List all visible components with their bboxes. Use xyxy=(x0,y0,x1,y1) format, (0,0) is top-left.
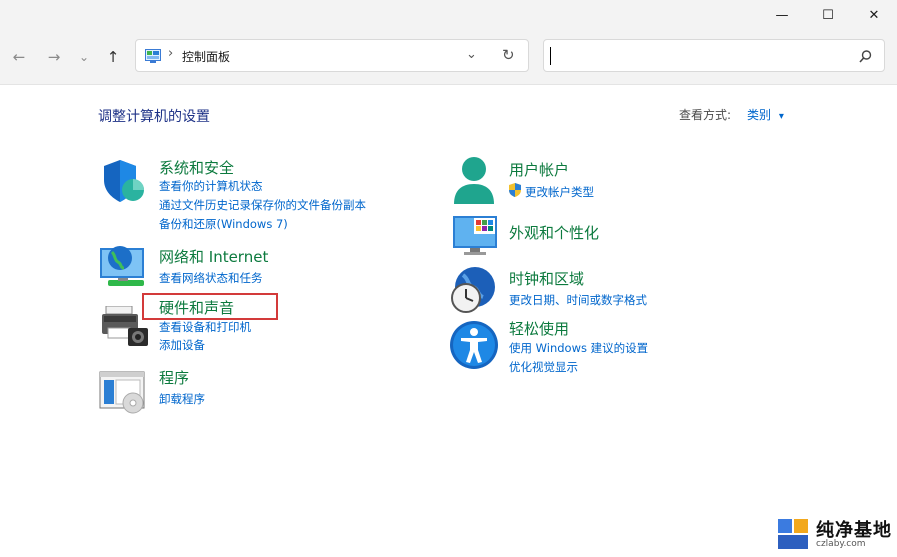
view-by-value: 类别 xyxy=(747,108,772,122)
refresh-icon[interactable]: ↻ xyxy=(502,46,515,64)
clock-globe-icon xyxy=(451,267,495,313)
uac-shield-icon xyxy=(509,183,521,197)
category-clock-region[interactable]: 时钟和区域 xyxy=(509,268,584,289)
up-arrow-icon: ↑ xyxy=(106,48,120,66)
recent-locations-button[interactable]: ⌄ xyxy=(76,44,92,70)
navigation-bar: ← → ⌄ ↑ › 控制面板 ⌄ ↻ xyxy=(0,30,897,85)
chevron-down-icon: ⌄ xyxy=(78,50,90,64)
search-input[interactable] xyxy=(543,39,885,72)
up-button[interactable]: ↑ xyxy=(102,44,124,70)
category-network-internet[interactable]: 网络和 Internet xyxy=(159,246,268,267)
link-add-device[interactable]: 添加设备 xyxy=(159,337,205,353)
page-title: 调整计算机的设置 xyxy=(98,109,210,125)
link-change-date-time-format[interactable]: 更改日期、时间或数字格式 xyxy=(509,292,647,308)
link-devices-printers[interactable]: 查看设备和打印机 xyxy=(159,319,251,335)
dropdown-arrow-icon: ▾ xyxy=(778,111,784,122)
forward-button[interactable]: → xyxy=(43,44,65,70)
user-account-icon xyxy=(454,157,494,204)
back-arrow-icon: ← xyxy=(12,48,26,66)
link-change-account-type[interactable]: 更改帐户类型 xyxy=(525,184,594,200)
minimize-icon: — xyxy=(775,7,789,23)
view-by-dropdown[interactable]: 类别 ▾ xyxy=(747,106,784,123)
category-ease-of-access[interactable]: 轻松使用 xyxy=(509,318,569,339)
watermark-logo-icon xyxy=(778,519,808,549)
link-network-status[interactable]: 查看网络状态和任务 xyxy=(159,270,263,286)
maximize-icon: ☐ xyxy=(822,7,834,23)
link-optimize-visual-display[interactable]: 优化视觉显示 xyxy=(509,359,578,375)
search-icon[interactable] xyxy=(859,50,872,63)
shield-icon xyxy=(104,160,144,202)
close-icon: ✕ xyxy=(868,7,880,23)
link-windows-recommended-settings[interactable]: 使用 Windows 建议的设置 xyxy=(509,340,648,356)
breadcrumb[interactable]: 控制面板 xyxy=(182,48,230,65)
control-panel-icon xyxy=(145,49,161,63)
watermark-subtext: czlaby.com xyxy=(816,539,866,549)
address-dropdown-icon[interactable]: ⌄ xyxy=(466,47,477,62)
highlight-box xyxy=(142,293,278,320)
link-uninstall-program[interactable]: 卸载程序 xyxy=(159,391,205,407)
programs-icon xyxy=(99,371,145,414)
personalization-monitor-icon xyxy=(453,216,497,255)
link-view-computer-status[interactable]: 查看你的计算机状态 xyxy=(159,178,263,194)
minimize-button[interactable]: — xyxy=(759,0,805,30)
close-button[interactable]: ✕ xyxy=(851,0,897,30)
forward-arrow-icon: → xyxy=(47,48,61,66)
link-backup-restore[interactable]: 备份和还原(Windows 7) xyxy=(159,216,288,232)
address-bar[interactable]: › 控制面板 ⌄ ↻ xyxy=(135,39,529,72)
view-by-label: 查看方式: xyxy=(679,108,732,122)
accessibility-icon xyxy=(450,321,498,369)
network-globe-icon xyxy=(100,246,144,286)
text-cursor xyxy=(550,47,551,65)
category-appearance-personalization[interactable]: 外观和个性化 xyxy=(509,222,599,243)
title-bar: — ☐ ✕ xyxy=(0,0,897,30)
category-user-accounts[interactable]: 用户帐户 xyxy=(509,159,569,180)
link-file-history[interactable]: 通过文件历史记录保存你的文件备份副本 xyxy=(159,197,366,213)
breadcrumb-separator: › xyxy=(168,46,174,61)
category-programs[interactable]: 程序 xyxy=(159,367,189,388)
watermark: 纯净基地 czlaby.com xyxy=(776,517,891,555)
back-button[interactable]: ← xyxy=(8,44,30,70)
maximize-button[interactable]: ☐ xyxy=(805,0,851,30)
category-system-security[interactable]: 系统和安全 xyxy=(159,157,234,178)
